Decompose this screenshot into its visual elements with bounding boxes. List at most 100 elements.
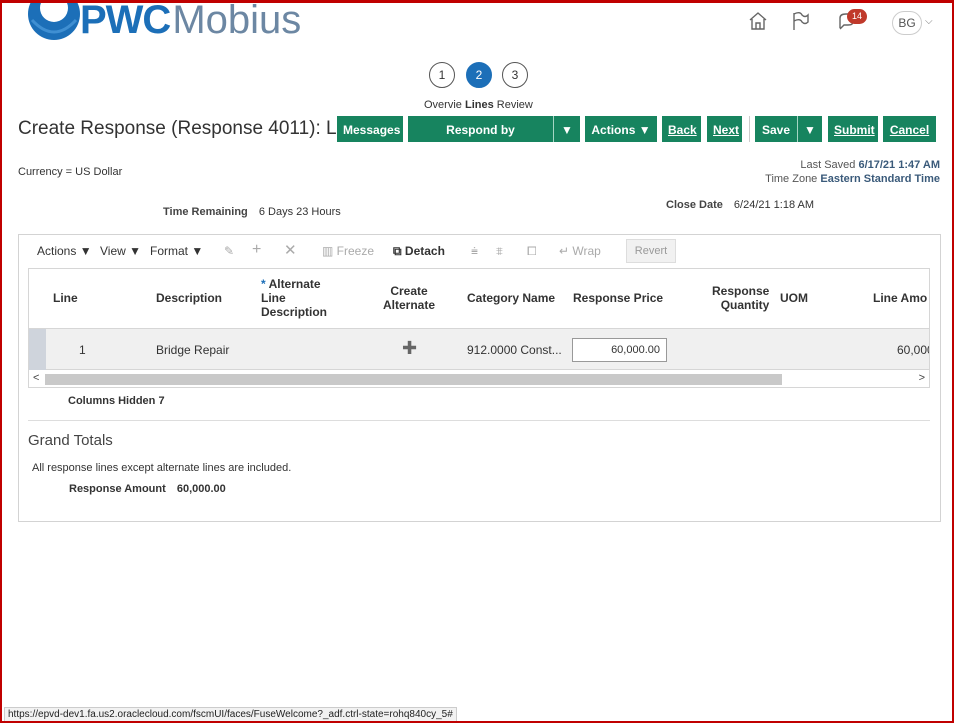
col-header-category-name[interactable]: Category Name [467, 291, 555, 305]
col-header-qty-2: Quantity [720, 298, 770, 312]
submit-button[interactable]: Submit [828, 116, 878, 142]
train-label-review[interactable]: Review [497, 99, 533, 111]
col-header-description[interactable]: Description [156, 291, 222, 305]
create-alternate-icon[interactable]: ✚ [402, 338, 417, 359]
toolbar-divider [749, 116, 750, 142]
app-header: PWC Mobius 14 BG ⌵ [0, 0, 954, 56]
required-indicator: * [261, 277, 266, 291]
app-logo[interactable]: PWC Mobius [28, 0, 301, 44]
user-avatar-button[interactable]: BG [892, 11, 922, 35]
detach-button[interactable]: ⧉ Detach [393, 244, 445, 259]
train-label-overview[interactable]: Overvie [424, 99, 462, 111]
columns-hidden-label: Columns Hidden [68, 395, 156, 407]
response-amount: Response Amount 60,000.00 [69, 483, 226, 495]
freeze-columns-icon[interactable]: ⩧ [471, 244, 478, 259]
last-saved-label: Last Saved [800, 159, 856, 171]
cancel-label: Cancel [889, 123, 930, 137]
row-selector[interactable] [29, 329, 46, 370]
submit-label: Submit [834, 123, 875, 137]
train-labels: Overvie Lines Review [424, 99, 533, 111]
table-actions-menu[interactable]: Actions ▼ [37, 244, 92, 258]
back-label: Back [668, 123, 697, 137]
scroll-left-icon[interactable]: < [33, 372, 39, 384]
col-header-uom[interactable]: UOM [780, 291, 808, 305]
col-header-alt-2: Line [261, 291, 286, 305]
col-header-line[interactable]: Line [53, 291, 78, 305]
col-header-create-1: Create [390, 284, 428, 298]
cell-description: Bridge Repair [156, 343, 230, 357]
cancel-button[interactable]: Cancel [883, 116, 936, 142]
time-remaining-label: Time Remaining [163, 206, 248, 218]
col-header-create-alternate[interactable]: Create Alternate [383, 284, 435, 312]
back-button[interactable]: Back [662, 116, 701, 142]
save-dropdown-button[interactable]: ▼ [798, 116, 822, 142]
col-header-response-quantity[interactable]: Response Quantity [712, 284, 769, 312]
last-saved-value: 6/17/21 1:47 AM [858, 159, 940, 171]
logo-mark-icon [28, 0, 80, 44]
column-settings-icon[interactable]: ⧠ [527, 244, 537, 259]
col-header-alt-3: Description [261, 305, 328, 319]
col-header-alternate-line-description[interactable]: * Alternate Line Description [261, 277, 327, 319]
revert-button[interactable]: Revert [626, 239, 676, 263]
train-step-2[interactable]: 2 [466, 62, 492, 88]
respond-by-spreadsheet-button[interactable]: Respond by Spreadsheet [408, 116, 553, 163]
response-amount-value: 60,000.00 [176, 483, 226, 495]
horizontal-scrollbar[interactable]: < > [29, 371, 929, 387]
freeze-button[interactable]: ▥ Freeze [322, 244, 374, 258]
currency-label: Currency = US Dollar [18, 166, 123, 178]
actions-button[interactable]: Actions ▼ [585, 116, 657, 142]
spreadsheet-dropdown-button[interactable]: ▼ [554, 116, 580, 142]
add-icon[interactable]: + [252, 241, 261, 259]
cell-category-name: 912.0000 Const... [467, 343, 562, 357]
time-zone-value: Eastern Standard Time [820, 173, 940, 185]
messages-button[interactable]: Messages [337, 116, 403, 142]
col-header-response-price[interactable]: Response Price [573, 291, 663, 305]
chevron-down-icon[interactable]: ⌵ [925, 16, 933, 27]
table-row[interactable]: 1 Bridge Repair ✚ 912.0000 Const... 60,0… [29, 329, 929, 370]
table-header: Line Description * Alternate Line Descri… [29, 269, 929, 329]
home-icon[interactable] [747, 10, 769, 32]
time-zone-label: Time Zone [765, 173, 818, 185]
sort-icon[interactable]: ⩨ [496, 244, 503, 259]
notification-badge: 14 [847, 9, 867, 24]
status-bar-url: https://epvd-dev1.fa.us2.oraclecloud.com… [4, 707, 457, 722]
table-view-menu[interactable]: View ▼ [100, 244, 141, 258]
actions-label: Actions [591, 123, 636, 137]
logo-text-bold: PWC [80, 0, 171, 42]
col-header-line-amount[interactable]: Line Amo [873, 291, 927, 305]
lines-table: Line Description * Alternate Line Descri… [28, 268, 930, 388]
logo-text-light: Mobius [172, 0, 302, 42]
scrollbar-thumb[interactable] [45, 374, 782, 385]
next-label: Next [713, 123, 740, 137]
wrap-button[interactable]: ↵ Wrap [559, 244, 601, 258]
wrap-label: Wrap [572, 244, 601, 258]
grand-totals-note: All response lines except alternate line… [32, 462, 292, 474]
close-date-value: 6/24/21 1:18 AM [733, 199, 815, 211]
save-button[interactable]: Save [755, 116, 797, 142]
columns-hidden-value[interactable]: 7 [158, 395, 164, 407]
col-header-qty-1: Response [712, 284, 770, 298]
freeze-label: Freeze [336, 244, 375, 258]
train-label-lines[interactable]: Lines [465, 99, 494, 111]
delete-icon[interactable]: ✕ [284, 241, 297, 259]
cell-line: 1 [79, 343, 86, 357]
response-price-input[interactable]: 60,000.00 [572, 338, 667, 362]
edit-icon[interactable]: ✎ [224, 244, 234, 258]
train-step-3[interactable]: 3 [502, 62, 528, 88]
col-header-create-2: Alternate [383, 298, 436, 312]
divider [28, 420, 930, 421]
next-button[interactable]: Next [707, 116, 742, 142]
col-header-alt-1: Alternate [268, 277, 321, 291]
cell-line-amount: 60,000 [897, 343, 929, 357]
scroll-right-icon[interactable]: > [919, 372, 925, 384]
table-view-label: View [100, 244, 126, 258]
close-date: Close Date 6/24/21 1:18 AM [666, 199, 814, 211]
table-actions-label: Actions [37, 244, 77, 258]
flag-icon[interactable] [789, 10, 811, 32]
response-amount-label: Response Amount [69, 483, 166, 495]
grand-totals-title: Grand Totals [28, 432, 113, 449]
table-format-menu[interactable]: Format ▼ [150, 244, 203, 258]
time-remaining: Time Remaining 6 Days 23 Hours [163, 206, 341, 218]
train-step-1[interactable]: 1 [429, 62, 455, 88]
columns-hidden: Columns Hidden 7 [68, 395, 165, 407]
